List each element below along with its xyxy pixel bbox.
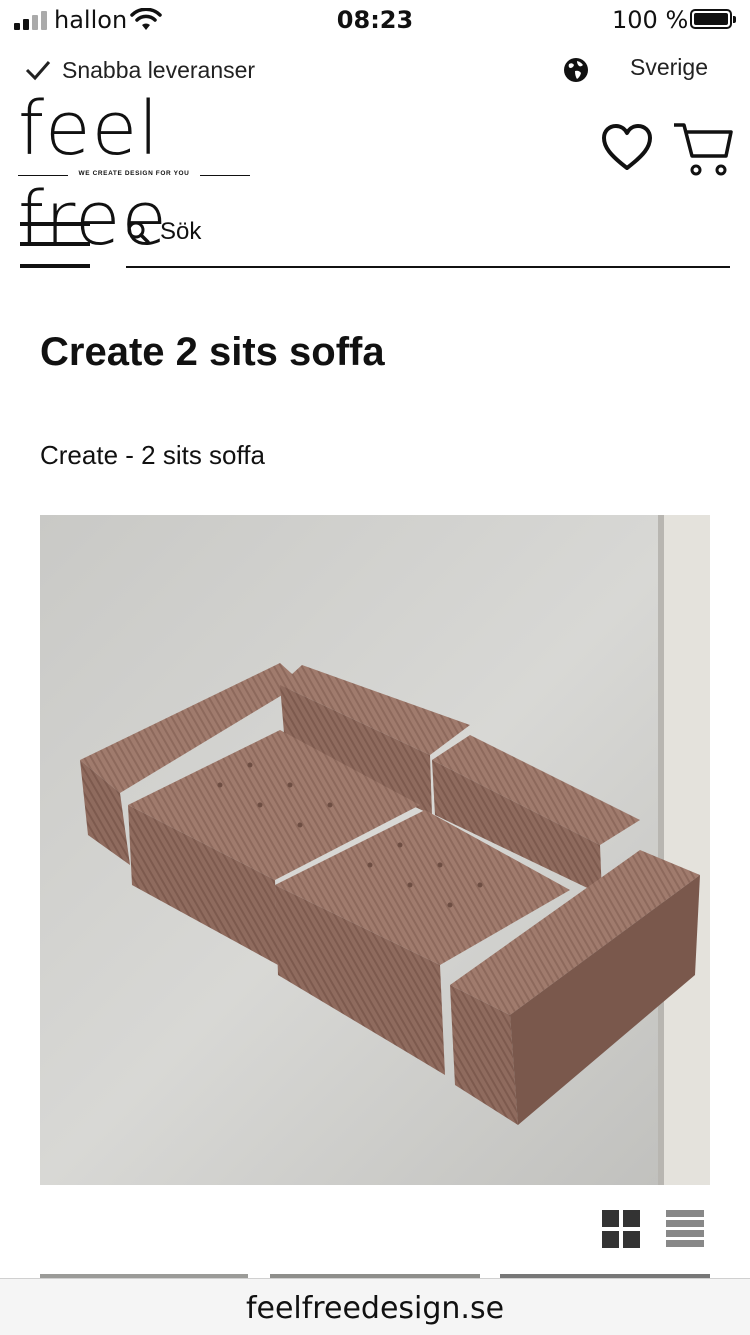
grid-icon[interactable] bbox=[602, 1210, 640, 1248]
search-icon bbox=[127, 221, 150, 244]
battery-icon bbox=[690, 9, 736, 29]
url-text: feelfreedesign.se bbox=[245, 1291, 505, 1326]
menu-button[interactable] bbox=[20, 222, 90, 270]
feel-free-logo[interactable]: feel free WE CREATE DESIGN FOR YOU bbox=[18, 86, 250, 262]
list-icon[interactable] bbox=[666, 1210, 704, 1248]
page-title: Create 2 sits soffa bbox=[40, 330, 385, 374]
globe-icon[interactable] bbox=[562, 56, 590, 84]
battery-percentage: 100 % bbox=[612, 6, 689, 34]
cart-icon[interactable] bbox=[672, 120, 734, 178]
product-image[interactable] bbox=[40, 515, 710, 1185]
country-selector[interactable]: Sverige bbox=[630, 54, 708, 81]
product-subtitle: Create - 2 sits soffa bbox=[40, 440, 265, 470]
logo-tagline: WE CREATE DESIGN FOR YOU bbox=[78, 170, 190, 177]
browser-url-bar[interactable]: feelfreedesign.se bbox=[0, 1278, 750, 1335]
fast-delivery-label: Snabba leveranser bbox=[62, 56, 256, 83]
fast-delivery-notice: Snabba leveranser bbox=[24, 54, 255, 86]
search-field[interactable]: Sök bbox=[126, 210, 730, 268]
checkmark-icon bbox=[25, 61, 51, 81]
heart-icon[interactable] bbox=[600, 122, 654, 174]
search-placeholder: Sök bbox=[160, 218, 202, 245]
status-bar: hallon 08:23 100 % bbox=[0, 0, 750, 40]
